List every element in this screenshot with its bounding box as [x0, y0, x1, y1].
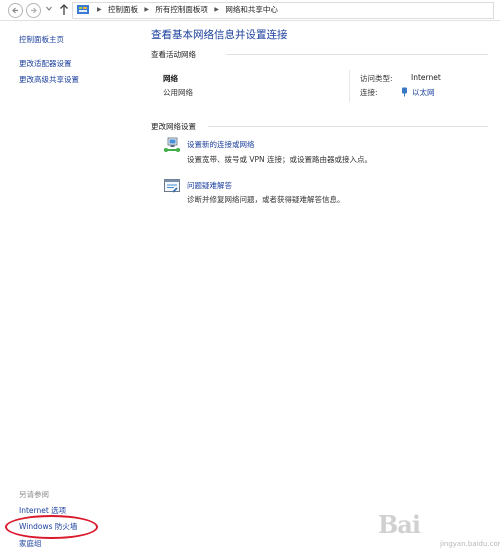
breadcrumb-separator-icon: ▶: [144, 6, 150, 13]
watermark-url: jingyan.baidu.com: [440, 540, 500, 548]
ethernet-icon: [402, 87, 407, 97]
new-connection-icon: [164, 137, 180, 152]
setup-new-connection-link[interactable]: 设置新的连接或网络: [187, 139, 255, 150]
change-adapter-settings-link[interactable]: 更改适配器设置: [19, 58, 72, 69]
recent-dropdown-icon[interactable]: [46, 6, 52, 11]
access-type-label: 访问类型:: [360, 74, 393, 83]
section-divider: [208, 126, 488, 127]
breadcrumb: ▶ 控制面板 ▶ 所有控制面板项 ▶ 网络和共享中心: [93, 4, 278, 15]
forward-arrow-icon: [31, 7, 37, 14]
see-also-heading: 另请参阅: [19, 490, 49, 499]
breadcrumb-item-control-panel[interactable]: 控制面板: [108, 4, 138, 15]
breadcrumb-separator-icon: ▶: [214, 6, 219, 13]
page-title: 查看基本网络信息并设置连接: [151, 29, 288, 41]
up-arrow-icon[interactable]: [59, 3, 69, 16]
setup-new-connection-desc: 设置宽带、拨号或 VPN 连接；或设置路由器或接入点。: [187, 155, 373, 164]
homegroup-link[interactable]: 家庭组: [19, 538, 42, 549]
network-type-link[interactable]: 公用网络: [163, 87, 193, 98]
control-panel-home-link[interactable]: 控制面板主页: [19, 34, 64, 45]
back-button[interactable]: [8, 3, 23, 18]
back-arrow-icon: [12, 7, 18, 14]
red-highlight-circle: [5, 515, 98, 539]
active-networks-header: 查看活动网络: [151, 50, 196, 59]
breadcrumb-item-network-center[interactable]: 网络和共享中心: [225, 4, 278, 15]
network-name: 网络: [163, 74, 178, 83]
connections-label: 连接:: [360, 88, 378, 97]
breadcrumb-separator-icon: ▶: [97, 6, 102, 13]
address-bar: ▶ 控制面板 ▶ 所有控制面板项 ▶ 网络和共享中心: [0, 0, 500, 21]
troubleshoot-link[interactable]: 问题疑难解答: [187, 180, 232, 191]
breadcrumb-item-all-items[interactable]: 所有控制面板项: [155, 4, 208, 15]
ethernet-connection-link[interactable]: 以太网: [412, 87, 435, 98]
section-divider: [226, 54, 488, 55]
address-box[interactable]: ▶ 控制面板 ▶ 所有控制面板项 ▶ 网络和共享中心: [72, 2, 494, 19]
troubleshoot-desc: 诊断并修复网络问题，或者获得疑难解答信息。: [187, 195, 345, 204]
change-sharing-settings-link[interactable]: 更改高级共享设置: [19, 74, 79, 85]
baidu-watermark: Bai: [378, 510, 421, 539]
vertical-divider: [349, 70, 350, 102]
access-type-value: Internet: [411, 73, 441, 82]
forward-button[interactable]: [26, 3, 41, 18]
change-network-settings-header: 更改网络设置: [151, 122, 196, 131]
control-panel-icon: [77, 5, 89, 14]
troubleshoot-icon: [164, 179, 180, 193]
